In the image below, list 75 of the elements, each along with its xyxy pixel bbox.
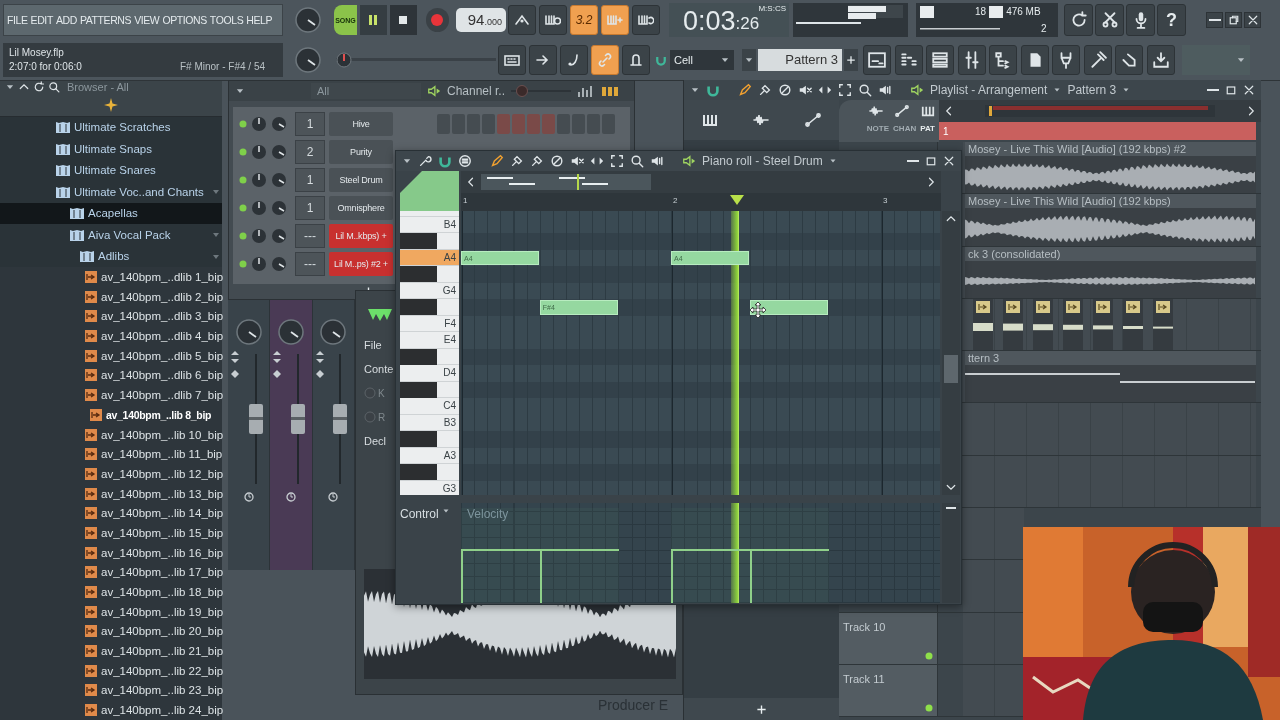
channel-button[interactable]: Omnisphere	[329, 196, 393, 220]
browser-item[interactable]: Ultimate Snaps	[0, 138, 222, 160]
browser-item[interactable]: Ultimate Snares	[0, 159, 222, 182]
channel-button[interactable]: Hive	[329, 112, 393, 136]
plugin-tab[interactable]: Conte	[364, 363, 396, 375]
time-centiseconds: :26	[735, 13, 760, 35]
option-label: K	[378, 387, 385, 399]
bar-number: 3	[883, 196, 888, 205]
scale-info: F# Minor - F#4 / 54	[179, 60, 265, 74]
plugin-tab[interactable]: File	[364, 339, 396, 351]
mixer-track-number[interactable]: 1	[295, 112, 325, 136]
browser-item[interactable]: Aiva Vocal Pack	[0, 224, 222, 246]
menu-item[interactable]: OPTIONS	[162, 14, 207, 26]
song-position: 2:07:0 for 0:06:0	[9, 60, 82, 74]
mixer-track-number[interactable]: ---	[295, 252, 325, 276]
help-button[interactable]: ?	[1157, 4, 1186, 36]
channel-button[interactable]: Lil M..kbps) +	[329, 224, 393, 248]
piano-key[interactable]: C4	[400, 398, 459, 415]
bar-number: 1	[463, 196, 468, 205]
clip-title: Mosey - Live This Wild [Audio] (192 kbps)	[965, 194, 1256, 209]
piano-key[interactable]: E4	[400, 332, 459, 349]
bar-number: 2	[673, 196, 678, 205]
window-title: Channel r..	[447, 84, 506, 98]
clip[interactable]: Mosey - Live This Wild [Audio] (192 kbps)	[965, 194, 1256, 246]
mixer-track-number[interactable]: 1	[295, 168, 325, 192]
browser-title: Browser - All	[67, 81, 129, 94]
memory-value: 476 MB	[1006, 6, 1041, 18]
menu-item[interactable]: ADD	[55, 14, 77, 26]
browser-item[interactable]: Ultimate Scratches	[0, 116, 222, 139]
channel-button[interactable]: Purity	[329, 140, 393, 164]
menu-item[interactable]: FILE	[7, 14, 28, 26]
menu-item[interactable]: EDIT	[30, 14, 53, 26]
channel-button[interactable]: Steel Drum	[329, 168, 393, 192]
clip[interactable]: Mosey - Live This Wild [Audio] (192 kbps) #2	[965, 142, 1256, 194]
channel-button[interactable]: Lil M..ps) #2 +	[329, 252, 393, 276]
snap-value: Cell	[674, 54, 693, 66]
piano-key[interactable]: D4	[400, 365, 459, 382]
polyphony-value: 18	[975, 6, 987, 18]
mixer-track-number[interactable]: ---	[295, 224, 325, 248]
window-title: Piano roll - Steel Drum	[702, 154, 823, 168]
clip-title: Mosey - Live This Wild [Audio] (192 kbps) #2	[965, 142, 1256, 156]
snap-dropdown[interactable]: Cell	[670, 50, 734, 70]
lane-label: Velocity	[467, 507, 509, 521]
window-title: Playlist - Arrangement	[930, 83, 1048, 97]
clip[interactable]: ck 3 (consolidated)	[965, 246, 1256, 298]
tempo-value: 94	[467, 10, 485, 30]
track-header[interactable]: Track 11	[839, 664, 938, 717]
menu-item[interactable]: TOOLS	[209, 14, 244, 26]
track-header[interactable]: Track 10	[839, 612, 938, 664]
project-name: Lil Mosey.flp	[9, 46, 65, 60]
menu-item[interactable]: PATTERNS	[79, 14, 132, 26]
pattern-name: Pattern 3	[1067, 83, 1117, 97]
browser-item[interactable]: Acapellas	[0, 202, 222, 225]
toolbar-button[interactable]: 3.2	[570, 5, 598, 35]
menu-item[interactable]: VIEW	[134, 14, 160, 26]
time-format-label: M:S:CS	[758, 4, 786, 13]
browser-item[interactable]: Adlibs	[0, 245, 222, 268]
picker-tab[interactable]: PAT	[920, 124, 935, 133]
pattern-selector[interactable]: Pattern 3	[758, 49, 842, 71]
time-value: 0:03	[683, 5, 736, 37]
track-name: Track 11	[843, 672, 885, 685]
tempo-field[interactable]: 94.000	[455, 8, 506, 32]
menu-item[interactable]: HELP	[246, 14, 273, 26]
process-count: 2	[1041, 23, 1047, 35]
mixer-track-number[interactable]: 2	[295, 140, 325, 164]
clip[interactable]: ttern 3	[965, 351, 1256, 403]
option-label: R	[378, 411, 386, 423]
mixer-track-number[interactable]: 1	[295, 196, 325, 220]
plugin-tab[interactable]: Decl	[364, 435, 396, 447]
browser-item[interactable]: Ultimate Voc..and Chants	[0, 181, 222, 203]
tempo-decimals: .000	[484, 17, 502, 27]
track-name: Track 10	[843, 620, 886, 633]
clip-title: ttern 3	[965, 351, 1256, 366]
control-selector[interactable]: Control	[400, 507, 439, 521]
bar-number: 1	[943, 125, 949, 137]
